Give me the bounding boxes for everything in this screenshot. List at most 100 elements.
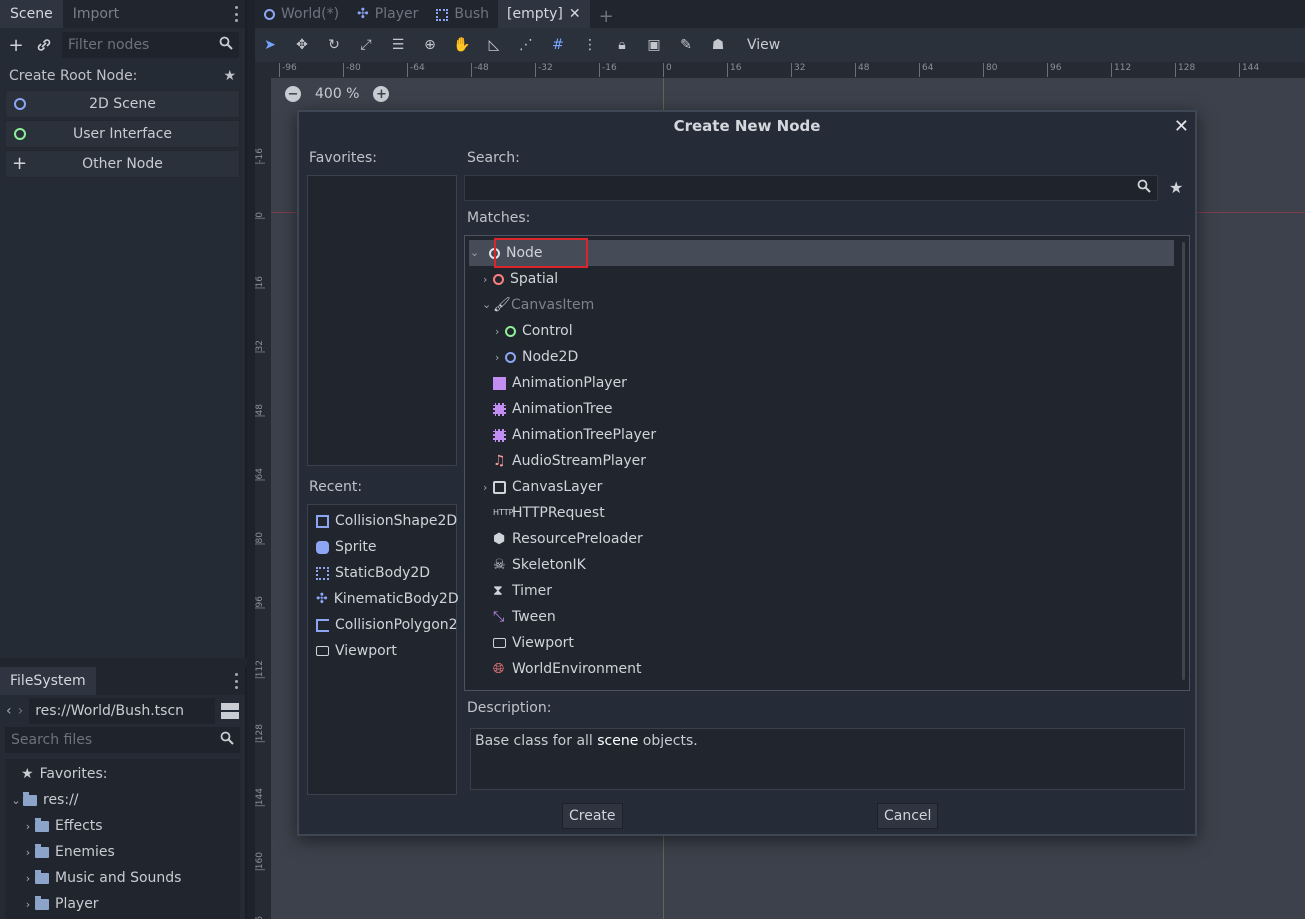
forward-icon[interactable]: › bbox=[18, 703, 24, 719]
grid-snap-icon[interactable]: # bbox=[549, 36, 567, 54]
tab-world[interactable]: World(*) bbox=[255, 0, 348, 28]
cube-icon: ⬢ bbox=[493, 531, 506, 547]
ruler-tick-label: -64 bbox=[407, 63, 425, 77]
recent-item[interactable]: StaticBody2D bbox=[308, 560, 456, 586]
recent-item[interactable]: Viewport bbox=[308, 638, 456, 664]
favorite-star-icon[interactable]: ★ bbox=[1169, 178, 1183, 197]
tree-item-skeletonik[interactable]: ☠ SkeletonIK bbox=[493, 552, 586, 578]
tree-item-canvaslayer[interactable]: CanvasLayer bbox=[493, 474, 602, 500]
move-mode-icon[interactable]: ✥ bbox=[293, 36, 311, 54]
tree-item-animationplayer[interactable]: AnimationPlayer bbox=[493, 370, 627, 396]
tree-item-worldenvironment[interactable]: 🌐︎ WorldEnvironment bbox=[493, 656, 642, 682]
fs-folder-music[interactable]: › Music and Sounds bbox=[5, 865, 240, 891]
recent-item[interactable]: Sprite bbox=[308, 534, 456, 560]
tab-empty[interactable]: [empty] ✕ bbox=[498, 0, 590, 28]
tree-item-audiostreamplayer[interactable]: ♫ AudioStreamPlayer bbox=[493, 448, 646, 474]
tree-item-label: Tween bbox=[512, 609, 556, 625]
description-box: Base class for all scene objects. bbox=[470, 728, 1185, 790]
fs-favorites[interactable]: ★ Favorites: bbox=[5, 761, 240, 787]
tree-item-control[interactable]: Control bbox=[505, 318, 573, 344]
zoom-out-icon[interactable]: − bbox=[285, 86, 301, 102]
tree-item-label: AnimationTree bbox=[512, 401, 613, 417]
tree-item-animationtree[interactable]: AnimationTree bbox=[493, 396, 613, 422]
description-link[interactable]: scene bbox=[597, 733, 638, 749]
snap-options-icon[interactable]: ⋮ bbox=[581, 36, 599, 54]
lock-icon[interactable]: 🔒︎ bbox=[613, 36, 631, 54]
hourglass-icon: ⧗ bbox=[493, 583, 503, 599]
tree-item-spatial[interactable]: Spatial bbox=[493, 266, 558, 292]
tree-item-httprequest[interactable]: HTTP HTTPRequest bbox=[493, 500, 605, 526]
chevron-right-icon[interactable]: › bbox=[483, 273, 487, 286]
smart-snap-icon[interactable]: ⋰ bbox=[517, 36, 535, 54]
node-search-input[interactable] bbox=[464, 175, 1158, 201]
zoom-level[interactable]: 400 % bbox=[315, 86, 359, 102]
tree-item-animationtreeplayer[interactable]: AnimationTreePlayer bbox=[493, 422, 656, 448]
ruler-tick-label: 96 bbox=[255, 596, 265, 609]
group-icon[interactable]: ▣ bbox=[645, 36, 663, 54]
select-mode-icon[interactable]: ➤ bbox=[261, 36, 279, 54]
tab-scene[interactable]: Scene bbox=[0, 0, 63, 28]
pan-mode-icon[interactable]: ✋ bbox=[453, 36, 471, 54]
favorite-star-icon[interactable]: ★ bbox=[223, 68, 236, 84]
chevron-right-icon[interactable]: › bbox=[483, 481, 487, 494]
ruler-mode-icon[interactable]: ◺ bbox=[485, 36, 503, 54]
bone-icon[interactable]: ✎ bbox=[677, 36, 695, 54]
tree-item-label: Viewport bbox=[512, 635, 574, 651]
tree-item-viewport[interactable]: Viewport bbox=[493, 630, 574, 656]
root-other-node-button[interactable]: + Other Node bbox=[5, 150, 240, 178]
scale-mode-icon[interactable]: ⤢ bbox=[357, 36, 375, 54]
filesystem-menu-icon[interactable] bbox=[235, 673, 239, 689]
matches-tree[interactable]: Node ⌄ › Spatial ⌄ 🖌︎ CanvasItem › Contr… bbox=[464, 235, 1190, 691]
tree-item-tween[interactable]: ⤡ Tween bbox=[493, 604, 556, 630]
tree-item-canvasitem[interactable]: 🖌︎ CanvasItem bbox=[493, 292, 594, 318]
root-2d-scene-button[interactable]: 2D Scene bbox=[5, 90, 240, 118]
filesystem-path-field[interactable]: res://World/Bush.tscn bbox=[29, 698, 215, 724]
fs-folder-player[interactable]: › Player bbox=[5, 891, 240, 917]
close-tab-icon[interactable]: ✕ bbox=[569, 6, 581, 28]
new-tab-button[interactable]: + bbox=[590, 0, 623, 28]
recent-item[interactable]: CollisionPolygon2 bbox=[308, 612, 458, 638]
tree-item-node2d[interactable]: Node2D bbox=[505, 344, 578, 370]
chevron-down-icon[interactable]: ⌄ bbox=[470, 246, 479, 259]
recent-item[interactable]: CollisionShape2D bbox=[308, 508, 457, 534]
tab-label: [empty] bbox=[507, 6, 563, 22]
search-files-input[interactable]: Search files bbox=[5, 727, 240, 753]
tree-item-timer[interactable]: ⧗ Timer bbox=[493, 578, 552, 604]
fs-folder-effects[interactable]: › Effects bbox=[5, 813, 240, 839]
cancel-button[interactable]: Cancel bbox=[877, 803, 939, 829]
favorites-list[interactable] bbox=[307, 175, 457, 466]
tab-player[interactable]: ✣ Player bbox=[348, 0, 427, 28]
tree-scrollbar[interactable] bbox=[1182, 242, 1185, 680]
back-icon[interactable]: ‹ bbox=[6, 703, 12, 719]
add-node-icon[interactable]: + bbox=[6, 35, 26, 56]
chevron-right-icon: › bbox=[25, 819, 31, 833]
dialog-title-bar: Create New Node ✕ bbox=[299, 112, 1195, 140]
skeleton-icon[interactable]: ☗ bbox=[709, 36, 727, 54]
chevron-right-icon: › bbox=[25, 871, 31, 885]
chevron-down-icon[interactable]: ⌄ bbox=[482, 298, 491, 311]
node2d-icon bbox=[14, 98, 26, 110]
zoom-in-icon[interactable]: + bbox=[373, 86, 390, 102]
rotate-mode-icon[interactable]: ↻ bbox=[325, 36, 343, 54]
view-menu[interactable]: View bbox=[741, 37, 786, 53]
tab-filesystem[interactable]: FileSystem bbox=[0, 667, 96, 695]
chevron-right-icon[interactable]: › bbox=[495, 325, 499, 338]
fs-folder-enemies[interactable]: › Enemies bbox=[5, 839, 240, 865]
root-user-interface-button[interactable]: User Interface bbox=[5, 120, 240, 148]
tree-item-resourcepreloader[interactable]: ⬢ ResourcePreloader bbox=[493, 526, 643, 552]
ruler-tick-label: 48 bbox=[255, 404, 265, 417]
fs-res-root[interactable]: ⌄ res:// bbox=[5, 787, 240, 813]
instance-scene-icon[interactable] bbox=[34, 35, 54, 55]
filter-nodes-input[interactable]: Filter nodes bbox=[62, 32, 239, 58]
scene-menu-icon[interactable] bbox=[235, 6, 239, 22]
recent-item[interactable]: ✣ KinematicBody2D bbox=[308, 586, 459, 612]
create-button[interactable]: Create bbox=[562, 803, 623, 829]
list-select-icon[interactable]: ☰ bbox=[389, 36, 407, 54]
close-icon[interactable]: ✕ bbox=[1174, 116, 1189, 137]
split-view-icon[interactable] bbox=[221, 703, 239, 719]
recent-list[interactable]: CollisionShape2D Sprite StaticBody2D ✣ K… bbox=[307, 504, 459, 795]
chevron-right-icon[interactable]: › bbox=[495, 351, 499, 364]
tab-bush[interactable]: Bush bbox=[427, 0, 498, 28]
pivot-mode-icon[interactable]: ⊕ bbox=[421, 36, 439, 54]
tab-import[interactable]: Import bbox=[63, 0, 129, 28]
